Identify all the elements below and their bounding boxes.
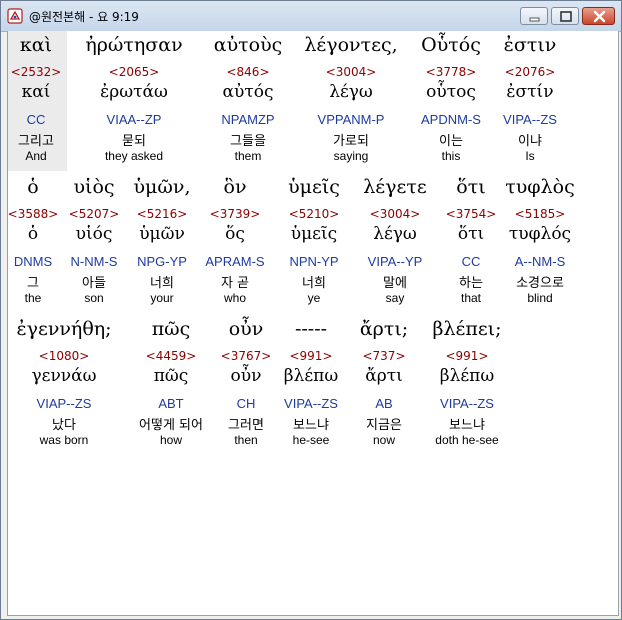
- strong-number: <846>: [226, 65, 270, 79]
- strong-number: <1080>: [38, 349, 90, 363]
- lemma: τυφλός: [508, 224, 572, 244]
- greek-word[interactable]: ἠρώτησαν: [74, 34, 194, 58]
- english-gloss: blind: [527, 291, 553, 305]
- strong-number: <991>: [445, 349, 489, 363]
- strong-number: <2076>: [504, 65, 556, 79]
- greek-word[interactable]: τυφλὸς: [480, 176, 600, 200]
- parse-code: VIAP--ZS: [36, 396, 92, 411]
- greek-word[interactable]: ἐστιν: [470, 34, 590, 58]
- parse-code: VIPA--ZS: [440, 396, 494, 411]
- english-gloss: they asked: [104, 149, 164, 163]
- korean-gloss: 그들을: [230, 134, 266, 149]
- korean-gloss: 묻되: [122, 134, 146, 149]
- lemma: βλέπω: [439, 366, 495, 386]
- parse-code: NPAMZP: [221, 112, 275, 127]
- lemma: αὐτός: [222, 82, 274, 102]
- window-title: @원전본해 - 요 9:19: [29, 10, 139, 24]
- lemma: γεννάω: [31, 366, 97, 386]
- close-button[interactable]: [582, 7, 615, 25]
- parse-code: VIPA--ZS: [503, 112, 557, 127]
- greek-word[interactable]: ἐγεννήθη;: [4, 318, 124, 342]
- english-gloss: was born: [39, 433, 89, 447]
- english-gloss: them: [234, 149, 262, 163]
- korean-gloss: 이냐: [518, 134, 542, 149]
- english-gloss: doth he-see: [435, 433, 499, 447]
- maximize-icon: [560, 11, 572, 22]
- greek-word[interactable]: βλέπει;: [407, 318, 527, 342]
- bible-app-icon[interactable]: [7, 8, 23, 24]
- strong-number: <2065>: [108, 65, 160, 79]
- close-icon: [593, 10, 606, 23]
- lemma: ἐρωτάω: [100, 82, 168, 102]
- parse-code: VIAA--ZP: [106, 112, 162, 127]
- korean-gloss: 났다: [52, 418, 76, 433]
- korean-gloss: 보느냐: [449, 418, 485, 433]
- interlinear-panel[interactable]: καὶ <2532> καί CC 그리고 And ἠρώτησαν <2065> ἐρωτάω…: [7, 31, 619, 616]
- greek-word[interactable]: αὐτοὺς: [188, 34, 308, 58]
- parse-code: A--NM-S: [514, 254, 566, 269]
- english-gloss: Is: [525, 149, 535, 163]
- lemma: ἐστίν: [506, 82, 554, 102]
- korean-gloss: 소경으로: [516, 276, 564, 291]
- minimize-button[interactable]: [520, 7, 548, 25]
- app-window: @원전본해 - 요 9:19 καὶ <2532> καί CC 그리고 And ἠρώτη…: [0, 0, 622, 620]
- maximize-button[interactable]: [551, 7, 579, 25]
- minimize-icon: [529, 17, 540, 22]
- strong-number: <5185>: [514, 207, 566, 221]
- title-bar[interactable]: @원전본해 - 요 9:19: [1, 1, 621, 32]
